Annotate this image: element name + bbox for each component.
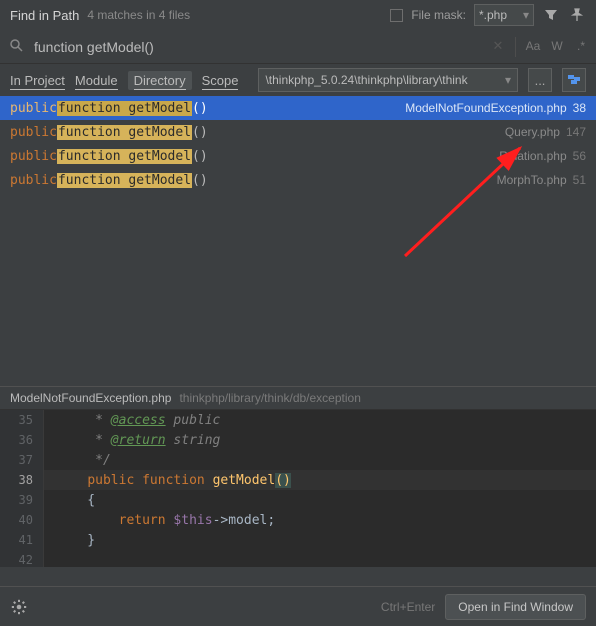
file-mask-combo[interactable]: *.php ▾ [474, 4, 534, 26]
code-text: */ [44, 453, 111, 468]
words-toggle[interactable]: W [548, 37, 566, 55]
shortcut-hint: Ctrl+Enter [381, 600, 435, 614]
code-text: return $this->model; [44, 513, 275, 528]
pin-icon[interactable] [568, 6, 586, 24]
tab-directory[interactable]: Directory [128, 71, 192, 90]
gutter: 37 [0, 450, 44, 470]
match-rest: () [192, 101, 208, 116]
result-file: MorphTo.php [497, 173, 567, 187]
browse-button[interactable]: ... [528, 68, 552, 92]
gear-icon[interactable] [10, 598, 28, 616]
search-input[interactable] [32, 38, 483, 56]
title-bar: Find in Path 4 matches in 4 files File m… [0, 0, 596, 30]
code-text: * @return string [44, 433, 220, 448]
result-row[interactable]: public function getModel() Relation.php 56 [0, 144, 596, 168]
match-rest: () [192, 125, 208, 140]
keyword: public [10, 125, 57, 140]
result-row[interactable]: public function getModel() ModelNotFoundE… [0, 96, 596, 120]
code-text: { [44, 493, 95, 508]
scope-row: In Project Module Directory Scope \think… [0, 64, 596, 96]
result-file: Query.php [505, 125, 560, 139]
filter-icon[interactable] [542, 6, 560, 24]
gutter: 40 [0, 510, 44, 530]
result-file: Relation.php [499, 149, 566, 163]
search-row: ✕ Aa W .* [0, 30, 596, 64]
match-highlight: function getModel [57, 149, 192, 164]
tab-module[interactable]: Module [75, 73, 118, 88]
clear-icon[interactable]: ✕ [489, 37, 507, 55]
preview-file-path: thinkphp/library/think/db/exception [179, 391, 360, 405]
file-mask-value: *.php [479, 8, 507, 22]
gutter: 39 [0, 490, 44, 510]
keyword: public [10, 101, 57, 116]
match-highlight: function getModel [57, 101, 192, 116]
result-line: 38 [573, 101, 586, 115]
code-text: * @access public [44, 413, 220, 428]
match-rest: () [192, 149, 208, 164]
match-highlight: function getModel [57, 173, 192, 188]
regex-toggle[interactable]: .* [572, 37, 590, 55]
code-text: public function getModel() [44, 473, 291, 488]
gutter: 35 [0, 410, 44, 430]
chevron-down-icon: ▾ [505, 73, 511, 87]
bottom-bar: Ctrl+Enter Open in Find Window [0, 586, 596, 626]
tab-in-project[interactable]: In Project [10, 73, 65, 88]
directory-path-text: \thinkphp_5.0.24\thinkphp\library\think [265, 73, 467, 87]
separator [515, 37, 516, 57]
match-case-toggle[interactable]: Aa [524, 37, 542, 55]
gutter: 41 [0, 530, 44, 550]
keyword: public [10, 173, 57, 188]
tab-scope[interactable]: Scope [202, 73, 239, 88]
result-line: 56 [573, 149, 586, 163]
code-preview[interactable]: 35 * @access public 36 * @return string … [0, 410, 596, 567]
search-icon [6, 38, 26, 55]
gutter: 42 [0, 550, 44, 567]
keyword: public [10, 149, 57, 164]
match-rest: () [192, 173, 208, 188]
result-file: ModelNotFoundException.php [405, 101, 566, 115]
result-line: 51 [573, 173, 586, 187]
results-list: public function getModel()ModelNotFoundE… [0, 96, 596, 192]
dialog-title: Find in Path [10, 8, 79, 23]
open-in-find-window-button[interactable]: Open in Find Window [445, 594, 586, 620]
file-mask-checkbox[interactable] [390, 9, 403, 22]
recursive-toggle[interactable] [562, 68, 586, 92]
results-area: public function getModel()ModelNotFoundE… [0, 96, 596, 386]
result-line: 147 [566, 125, 586, 139]
gutter: 38 [0, 470, 44, 490]
chevron-down-icon: ▾ [523, 8, 529, 22]
preview-file-name: ModelNotFoundException.php [10, 391, 171, 405]
directory-path-combo[interactable]: \thinkphp_5.0.24\thinkphp\library\think … [258, 68, 518, 92]
match-count: 4 matches in 4 files [87, 8, 190, 22]
preview-header: ModelNotFoundException.php thinkphp/libr… [0, 386, 596, 410]
code-text: } [44, 533, 95, 548]
match-highlight: function getModel [57, 125, 192, 140]
result-row[interactable]: public function getModel() MorphTo.php 51 [0, 168, 596, 192]
result-row[interactable]: public function getModel() Query.php 147 [0, 120, 596, 144]
gutter: 36 [0, 430, 44, 450]
file-mask-label: File mask: [411, 8, 466, 22]
